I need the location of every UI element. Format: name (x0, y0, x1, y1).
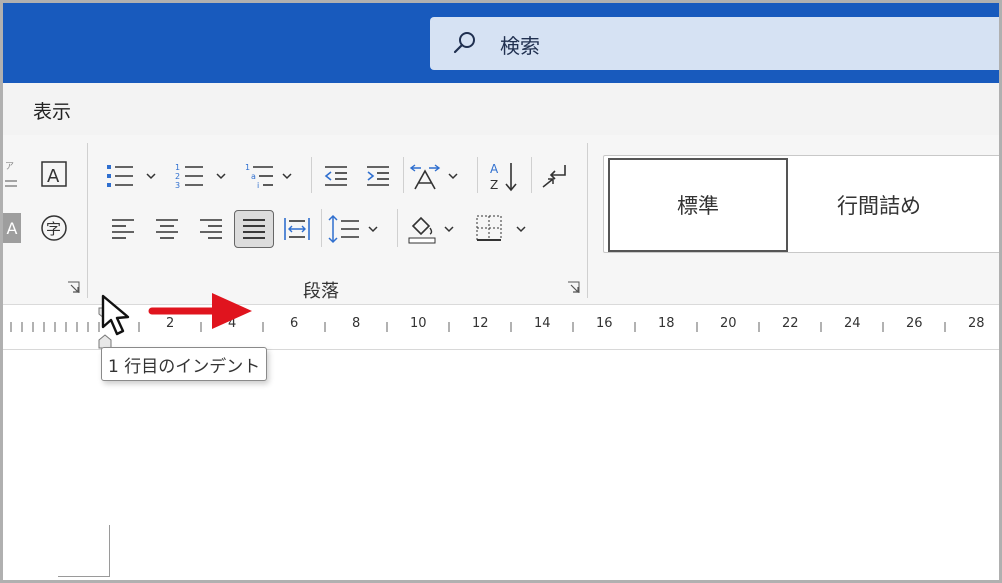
svg-text:1: 1 (175, 163, 180, 172)
svg-text:ア: ア (5, 162, 14, 172)
sort-icon: A Z (490, 162, 517, 192)
search-box[interactable]: 検索 (430, 17, 999, 70)
app-window: 検索 表示 ア A A 字 1 2 3 1 a i A Z 段落 標準 行間詰め… (0, 0, 1002, 583)
svg-text:1: 1 (245, 163, 250, 172)
red-arrow-icon (148, 293, 252, 329)
group-separator (87, 143, 88, 298)
margin-corner-mark (58, 525, 110, 577)
character-spacing-icon (409, 164, 458, 190)
group-separator (587, 143, 588, 298)
align-center-icon (156, 219, 178, 239)
borders-icon (476, 215, 526, 241)
ruler-label: 18 (658, 316, 675, 331)
phonetic-guide-icon: ア (5, 162, 17, 187)
button-separator (311, 157, 312, 193)
ribbon: ア A A 字 1 2 3 1 a i A Z 段落 標準 行間詰め (3, 135, 999, 305)
decrease-indent-button[interactable] (319, 159, 353, 193)
decrease-indent-icon (324, 166, 347, 186)
character-shading-button[interactable]: A (3, 213, 21, 243)
ribbon-tab-row: 表示 (3, 83, 999, 135)
borders-button[interactable] (473, 211, 531, 247)
button-separator (403, 157, 404, 193)
sort-button[interactable]: A Z (485, 159, 523, 193)
paragraph-group-label: 段落 (303, 281, 339, 302)
show-formatting-marks-button[interactable] (537, 159, 571, 193)
svg-text:Z: Z (490, 178, 498, 192)
ruler-label: 12 (472, 316, 489, 331)
numbering-button[interactable]: 1 2 3 (173, 159, 231, 193)
align-center-button[interactable] (149, 211, 185, 247)
ruler-label: 10 (410, 316, 427, 331)
document-page[interactable] (3, 351, 999, 580)
ruler-label: 14 (534, 316, 551, 331)
numbering-icon: 1 2 3 (175, 163, 226, 190)
styles-gallery: 標準 行間詰め (603, 155, 999, 253)
svg-text:字: 字 (46, 220, 61, 238)
bullets-icon (107, 165, 156, 187)
justify-button[interactable] (234, 210, 274, 248)
button-separator (321, 209, 322, 247)
svg-text:i: i (257, 181, 259, 190)
align-left-icon (112, 219, 134, 239)
ruler-label: 20 (720, 316, 737, 331)
paragraph-dialog-launcher-icon[interactable] (567, 281, 581, 295)
indent-tooltip: 1 行目のインデント (101, 347, 268, 381)
character-shading-label: A (6, 218, 18, 238)
character-spacing-button[interactable] (409, 159, 467, 193)
enclose-characters-button[interactable]: 字 (39, 213, 69, 243)
distributed-align-button[interactable] (279, 211, 315, 247)
align-left-button[interactable] (105, 211, 141, 247)
title-bar: 検索 (3, 3, 999, 83)
svg-text:2: 2 (175, 172, 180, 181)
search-placeholder: 検索 (500, 34, 540, 58)
multilevel-list-button[interactable]: 1 a i (243, 159, 301, 193)
font-dialog-launcher-icon[interactable] (67, 281, 81, 295)
ruler-label: 26 (906, 316, 923, 331)
svg-text:a: a (251, 172, 256, 181)
ruler-label: 6 (290, 316, 299, 331)
align-right-icon (200, 219, 222, 239)
style-no-spacing[interactable]: 行間詰め (804, 158, 954, 252)
ruler-label: 24 (844, 316, 861, 331)
search-icon (453, 32, 475, 54)
character-border-button[interactable]: A (39, 159, 69, 189)
bullets-button[interactable] (103, 159, 159, 193)
multilevel-list-icon: 1 a i (245, 163, 292, 190)
line-spacing-icon (328, 214, 378, 244)
svg-text:A: A (47, 166, 60, 187)
ruler-label: 8 (352, 316, 361, 331)
shading-button[interactable] (405, 211, 463, 247)
distributed-align-icon (284, 218, 310, 240)
button-separator (397, 209, 398, 247)
enclose-characters-icon: 字 (41, 215, 67, 241)
align-right-button[interactable] (193, 211, 229, 247)
ruler-label: 16 (596, 316, 613, 331)
justify-icon (243, 219, 265, 239)
increase-indent-button[interactable] (361, 159, 395, 193)
mouse-cursor-icon (101, 294, 130, 336)
button-separator (531, 157, 532, 193)
svg-text:3: 3 (175, 181, 180, 190)
shading-bucket-icon (408, 216, 454, 244)
ruler-label: 28 (968, 316, 985, 331)
style-normal[interactable]: 標準 (608, 158, 788, 252)
svg-text:A: A (490, 162, 499, 176)
button-separator (477, 157, 478, 193)
phonetic-guide-button[interactable]: ア (3, 157, 21, 191)
line-spacing-button[interactable] (327, 211, 385, 247)
increase-indent-icon (367, 166, 389, 186)
character-border-icon: A (41, 161, 67, 187)
tab-view[interactable]: 表示 (33, 97, 71, 124)
ruler-label: 22 (782, 316, 799, 331)
formatting-marks-icon (542, 165, 566, 188)
